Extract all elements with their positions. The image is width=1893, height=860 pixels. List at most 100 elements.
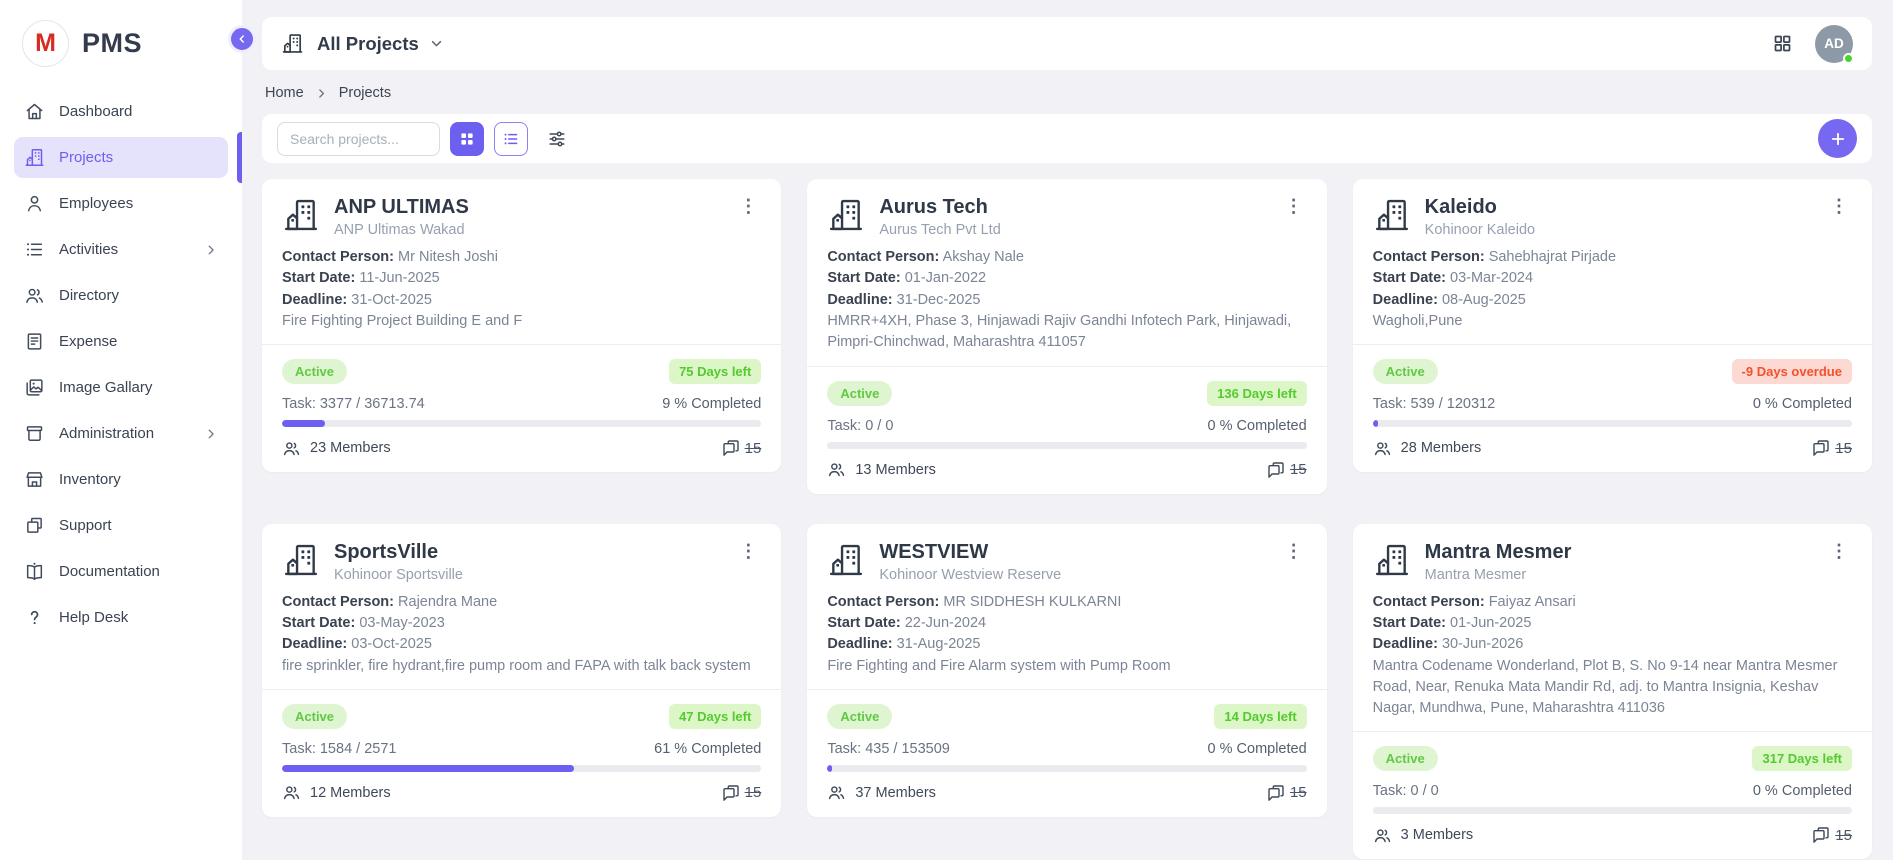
progress-bar [1373,807,1852,814]
sidebar-item-help-desk[interactable]: Help Desk [0,595,242,640]
project-card[interactable]: ANP ULTIMAS ANP Ultimas Wakad ⋮ Contact … [262,179,781,472]
members-count: 23 Members [282,439,391,458]
project-description: HMRR+4XH, Phase 3, Hinjawadi Rajiv Gandh… [827,311,1306,354]
members-label: 12 Members [310,785,391,801]
contact-label: Contact Person: [1373,594,1485,610]
card-menu-button[interactable]: ⋮ [1826,540,1852,562]
card-divider [262,344,781,345]
sidebar-item-label: Image Gallary [59,379,152,396]
project-card[interactable]: Aurus Tech Aurus Tech Pvt Ltd ⋮ Contact … [807,179,1326,494]
building-icon [1373,196,1411,234]
members-label: 37 Members [855,785,936,801]
start-date-label: Start Date: [282,615,355,631]
building-icon [827,196,865,234]
chat-count: 15 [1290,784,1307,801]
chat-button[interactable]: 15 [1266,460,1307,480]
archive-icon [24,423,45,444]
start-date-label: Start Date: [1373,615,1446,631]
filter-button[interactable] [540,122,574,156]
search-input[interactable] [277,122,440,156]
sidebar-item-expense[interactable]: Expense [0,319,242,364]
chevron-right-icon [204,427,218,441]
project-subtitle: Kohinoor Kaleido [1425,222,1535,238]
sidebar-item-label: Activities [59,241,118,258]
chat-bubbles-icon [1811,825,1831,845]
project-card[interactable]: SportsVille Kohinoor Sportsville ⋮ Conta… [262,524,781,817]
page-title: All Projects [317,33,419,55]
chat-button[interactable]: 15 [721,438,762,458]
progress-fill [827,765,832,772]
app-title: PMS [82,28,142,59]
contact-value: Akshay Nale [943,249,1024,265]
project-title: WESTVIEW [879,540,1061,564]
contact-label: Contact Person: [1373,249,1485,265]
status-badge: Active [1373,359,1438,384]
contact-label: Contact Person: [827,249,939,265]
project-description: Fire Fighting Project Building E and F [282,311,761,332]
project-details: Contact Person: Mr Nitesh Joshi Start Da… [282,247,761,332]
card-divider [807,689,1326,690]
people-icon [827,460,846,479]
sidebar-item-directory[interactable]: Directory [0,273,242,318]
sidebar-item-support[interactable]: Support [0,503,242,548]
building-icon [24,147,45,168]
task-count: Task: 1584 / 2571 [282,741,396,757]
start-date-label: Start Date: [282,270,355,286]
add-project-button[interactable] [1818,119,1857,158]
percent-completed: 0 % Completed [1753,783,1852,799]
project-card[interactable]: Mantra Mesmer Mantra Mesmer ⋮ Contact Pe… [1353,524,1872,860]
card-menu-button[interactable]: ⋮ [1826,195,1852,217]
sidebar-item-activities[interactable]: Activities [0,227,242,272]
sidebar-item-employees[interactable]: Employees [0,181,242,226]
chat-count: 15 [745,784,762,801]
sidebar-item-label: Administration [59,425,154,442]
chat-button[interactable]: 15 [1811,438,1852,458]
card-menu-button[interactable]: ⋮ [735,195,761,217]
start-date-value: 11-Jun-2025 [359,270,439,286]
list-view-button[interactable] [494,122,528,156]
chevron-down-icon[interactable] [428,35,445,52]
chat-button[interactable]: 15 [1811,825,1852,845]
project-card[interactable]: Kaleido Kohinoor Kaleido ⋮ Contact Perso… [1353,179,1872,472]
start-date-label: Start Date: [827,270,900,286]
breadcrumb-current[interactable]: Projects [339,85,391,101]
project-subtitle: Mantra Mesmer [1425,567,1572,583]
card-menu-button[interactable]: ⋮ [1281,195,1307,217]
days-badge: 47 Days left [669,704,761,729]
grid-view-icon [458,130,476,148]
app-logo: M PMS [0,0,242,87]
apps-grid-icon[interactable] [1772,33,1793,54]
chevron-right-icon [315,87,328,100]
members-label: 3 Members [1401,827,1474,843]
card-menu-button[interactable]: ⋮ [1281,540,1307,562]
progress-fill [282,420,325,427]
sidebar-nav: Dashboard Projects Employees Activities … [0,89,242,640]
percent-completed: 0 % Completed [1208,741,1307,757]
percent-completed: 61 % Completed [654,741,761,757]
sidebar-item-projects[interactable]: Projects [0,135,242,180]
contact-value: Sahebhajrat Pirjade [1489,249,1616,265]
building-icon [1373,541,1411,579]
project-card[interactable]: WESTVIEW Kohinoor Westview Reserve ⋮ Con… [807,524,1326,817]
sidebar-item-administration[interactable]: Administration [0,411,242,456]
sidebar-item-inventory[interactable]: Inventory [0,457,242,502]
sidebar-item-documentation[interactable]: Documentation [0,549,242,594]
online-status-dot [1843,53,1854,64]
deadline-value: 31-Aug-2025 [897,636,981,652]
user-avatar[interactable]: AD [1815,25,1853,63]
building-icon [282,196,320,234]
sidebar-item-label: Projects [59,149,113,166]
sidebar-item-dashboard[interactable]: Dashboard [0,89,242,134]
chat-button[interactable]: 15 [721,783,762,803]
sidebar-item-image-gallery[interactable]: Image Gallary [0,365,242,410]
people-icon [282,783,301,802]
deadline-value: 31-Oct-2025 [351,292,432,308]
card-menu-button[interactable]: ⋮ [735,540,761,562]
breadcrumb-home[interactable]: Home [265,85,304,101]
chat-bubbles-icon [721,783,741,803]
days-badge: -9 Days overdue [1732,359,1852,384]
sidebar-collapse-button[interactable] [228,25,256,53]
grid-view-button[interactable] [450,122,484,156]
chat-button[interactable]: 15 [1266,783,1307,803]
projects-grid: ANP ULTIMAS ANP Ultimas Wakad ⋮ Contact … [262,179,1872,859]
